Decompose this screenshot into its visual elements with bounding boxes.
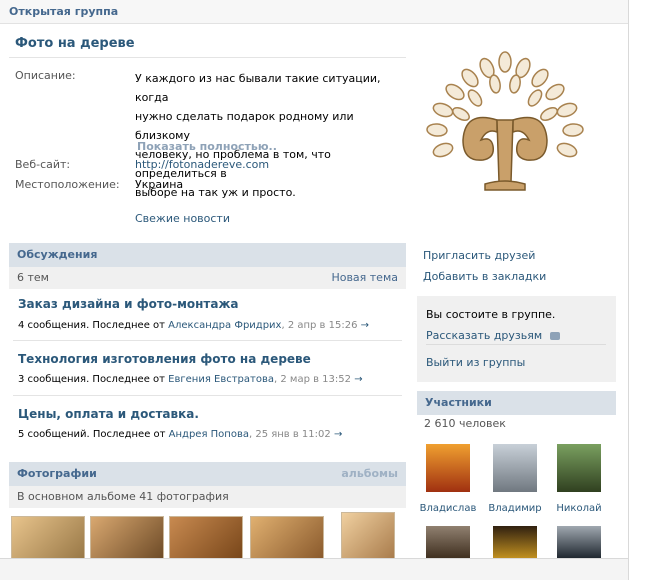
divider [426,344,606,345]
speech-bubble-icon [549,332,560,340]
horizontal-scrollbar[interactable] [0,558,628,580]
arrow-right-icon[interactable]: → [354,374,362,385]
divider [13,340,402,341]
topic-title[interactable]: Заказ дизайна и фото-монтажа [18,297,239,311]
member-name[interactable]: Владимир [483,503,547,514]
topic-title[interactable]: Технология изготовления фото на дереве [18,352,311,366]
group-type-bar: Открытая группа [0,0,628,24]
member-name[interactable]: Владислав [416,503,480,514]
members-count: 2 610 человек [424,417,506,430]
discussions-count: 6 тем [17,271,49,284]
photos-subheader: В основном альбоме 41 фотография [9,486,406,508]
tree-logo-icon [426,51,584,191]
scrollbar[interactable] [628,0,646,580]
show-more-link[interactable]: Показать полностью.. [137,140,277,153]
avatar[interactable] [493,444,537,492]
fresh-news-link[interactable]: Свежие новости [135,212,230,225]
avatar[interactable] [426,444,470,492]
discussions-subheader: 6 тем Новая тема [9,267,406,289]
photos-count: В основном альбоме 41 фотография [17,490,229,503]
tell-friends-link[interactable]: Рассказать друзьям [426,329,560,342]
topic-meta: 3 сообщения. Последнее от Евгения Евстра… [18,374,363,385]
new-topic-link[interactable]: Новая тема [331,271,398,284]
website-link[interactable]: http://fotonadereve.com [135,158,269,171]
topic-author-link[interactable]: Александра Фридрих [168,320,281,331]
topic-author-link[interactable]: Андрея Попова [169,429,249,440]
avatar[interactable] [557,526,601,558]
topic-title[interactable]: Цены, оплата и доставка. [18,407,199,421]
arrow-right-icon[interactable]: → [361,320,369,331]
website-label: Веб-сайт: [15,158,71,171]
topic-meta: 4 сообщения. Последнее от Александра Фри… [18,320,370,331]
arrow-right-icon[interactable]: → [334,429,342,440]
add-bookmark-link[interactable]: Добавить в закладки [423,270,546,283]
description-line: У каждого из нас бывали такие ситуации, … [135,72,381,104]
description-label: Описание: [15,69,76,82]
leave-group-link[interactable]: Выйти из группы [426,356,525,369]
member-name[interactable]: Николай [547,503,611,514]
group-title: Фото на дереве [15,36,135,51]
divider [9,57,406,58]
group-type-label: Открытая группа [9,5,119,18]
discussions-header: Обсуждения [9,243,406,267]
topic-author-link[interactable]: Евгения Евстратова [168,374,274,385]
location-value: Украина [135,178,184,191]
topic-meta: 5 сообщений. Последнее от Андрея Попова,… [18,429,343,440]
avatar[interactable] [493,526,537,558]
divider [13,395,402,396]
members-title[interactable]: Участники [425,396,492,409]
invite-friends-link[interactable]: Пригласить друзей [423,249,535,262]
albums-link[interactable]: альбомы [341,467,398,480]
member-status: Вы состоите в группе. [426,308,556,321]
photos-header: Фотографии альбомы [9,462,406,486]
avatar[interactable] [426,526,470,558]
avatar[interactable] [557,444,601,492]
membership-box: Вы состоите в группе. Рассказать друзьям… [417,296,616,382]
discussions-title[interactable]: Обсуждения [17,248,97,261]
location-label: Местоположение: [15,178,120,191]
members-header: Участники [417,391,616,415]
photos-title[interactable]: Фотографии [17,467,97,480]
